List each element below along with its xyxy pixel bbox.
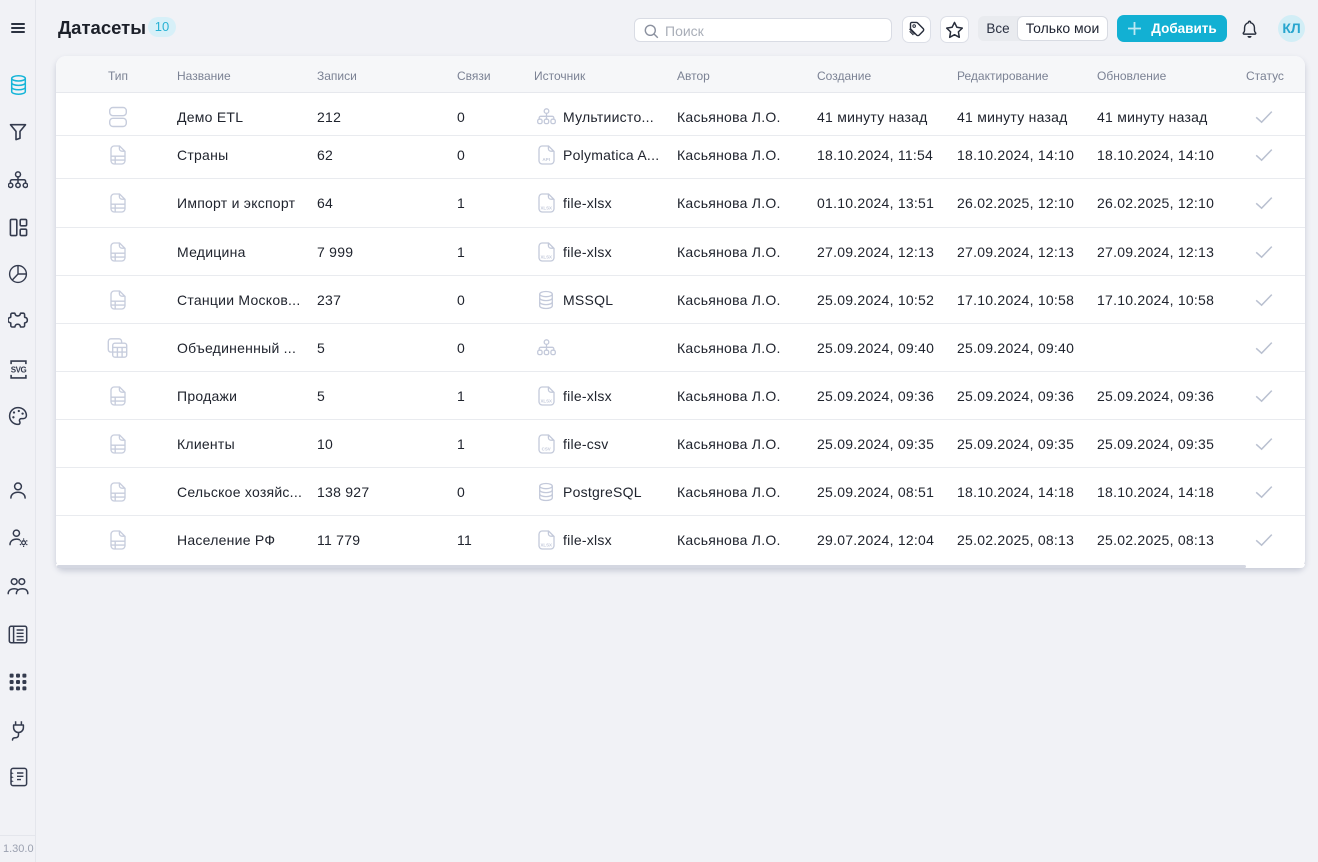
- svg-text:XLSX: XLSX: [540, 205, 552, 210]
- svg-text:XLSX: XLSX: [540, 542, 552, 547]
- svg-text:API: API: [542, 157, 550, 162]
- svg-text:XLSX: XLSX: [540, 398, 552, 403]
- svg-text:XLSX: XLSX: [540, 254, 552, 259]
- svg-text:SVG: SVG: [10, 365, 26, 374]
- svg-text:CSV: CSV: [541, 446, 550, 451]
